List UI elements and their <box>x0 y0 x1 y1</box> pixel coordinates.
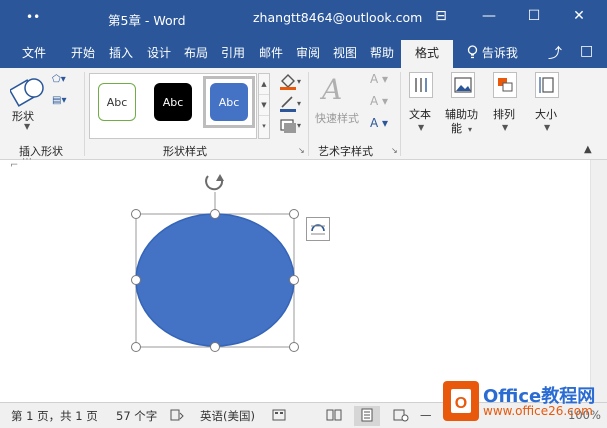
chevron-down-icon[interactable]: ▼ <box>24 122 30 131</box>
shapes-button-label[interactable]: 形状 <box>12 108 34 124</box>
tab-help[interactable]: 帮助 <box>370 44 394 61</box>
chevron-down-icon[interactable]: ▼ <box>259 95 269 116</box>
group-label-shape-styles: 形状样式 <box>163 145 207 158</box>
accessibility-button-label-2[interactable]: 能 <box>451 120 462 136</box>
read-mode-icon[interactable] <box>326 408 342 425</box>
text-direction-icon[interactable] <box>409 72 433 98</box>
proofing-icon[interactable] <box>170 408 186 425</box>
chevron-up-icon[interactable]: ▲ <box>259 74 269 95</box>
text-box-icon[interactable]: ▤▾ <box>52 95 66 106</box>
language-status[interactable]: 英语(美国) <box>200 408 255 424</box>
watermark: O Office教程网 www.office26.com <box>443 381 607 428</box>
size-icon[interactable] <box>535 72 559 98</box>
tab-layout[interactable]: 布局 <box>184 44 208 61</box>
tab-review[interactable]: 审阅 <box>296 44 320 61</box>
web-layout-icon[interactable] <box>393 408 409 425</box>
svg-text:▾: ▾ <box>297 99 301 108</box>
text-fill-icon[interactable]: A ▾ <box>370 72 388 86</box>
svg-text:▾: ▾ <box>297 121 301 130</box>
tab-insert[interactable]: 插入 <box>109 44 133 61</box>
lightbulb-icon <box>467 45 478 59</box>
resize-handle[interactable] <box>289 275 299 285</box>
chevron-down-icon[interactable]: ▼ <box>544 123 550 132</box>
arrange-button-label[interactable]: 排列 <box>493 106 515 122</box>
office-logo-icon: O <box>443 381 479 421</box>
tab-format[interactable]: 格式 <box>401 40 454 68</box>
share-icon[interactable]: ⤴ <box>548 43 562 63</box>
text-outline-icon[interactable]: A ▾ <box>370 94 388 108</box>
selected-oval-shape[interactable] <box>120 168 310 358</box>
shape-style-gallery: Abc Abc Abc <box>89 73 257 139</box>
wordart-quick-styles-icon[interactable]: A <box>322 73 342 106</box>
text-button-label[interactable]: 文本 <box>409 106 431 122</box>
shape-style-swatch[interactable]: Abc <box>98 83 136 121</box>
print-layout-icon[interactable] <box>360 408 374 425</box>
edit-shape-icon[interactable]: ⬠▾ <box>52 74 66 85</box>
shapes-icon[interactable] <box>10 74 46 108</box>
maximize-icon[interactable]: ☐ <box>523 8 545 24</box>
arrange-icon[interactable] <box>493 72 517 98</box>
divider <box>84 72 85 156</box>
resize-handle[interactable] <box>210 342 220 352</box>
macro-record-icon[interactable] <box>272 408 286 425</box>
gallery-scroll[interactable]: ▲ ▼ ▾ <box>258 73 270 139</box>
ribbon-display-icon[interactable]: ⊟ <box>430 8 452 24</box>
dialog-launcher-icon[interactable]: ↘ <box>298 146 305 155</box>
quick-access-icon[interactable]: •• <box>26 10 40 24</box>
account-email[interactable]: zhangtt8464@outlook.com <box>253 10 422 25</box>
tell-me-box[interactable]: 告诉我 <box>467 44 518 61</box>
zoom-out-icon[interactable]: — <box>420 408 432 422</box>
quick-styles-label[interactable]: 快速样式 <box>315 110 359 126</box>
chevron-down-icon[interactable]: ▼ <box>502 123 508 132</box>
alt-text-icon[interactable] <box>451 72 475 98</box>
rotate-handle-icon[interactable] <box>205 174 224 191</box>
vertical-scrollbar[interactable] <box>590 160 607 402</box>
tell-me-label: 告诉我 <box>481 46 518 60</box>
page-count[interactable]: 第 1 页，共 1 页 <box>11 408 98 424</box>
tab-references[interactable]: 引用 <box>221 44 245 61</box>
svg-text:▾: ▾ <box>297 77 301 86</box>
resize-handle[interactable] <box>131 275 141 285</box>
close-icon[interactable]: ✕ <box>568 8 590 24</box>
comment-icon[interactable]: □ <box>580 43 593 59</box>
collapse-ribbon-icon[interactable]: ▲ <box>584 144 592 155</box>
margin-marker-icon: ⌐ <box>10 160 19 171</box>
chevron-down-icon[interactable]: ▼ <box>418 123 424 132</box>
resize-handle[interactable] <box>210 209 220 219</box>
watermark-url: www.office26.com <box>483 404 593 418</box>
ribbon-tabs: 文件 开始 插入 设计 布局 引用 邮件 审阅 视图 帮助 格式 告诉我 ⤴ □ <box>0 36 607 68</box>
shape-style-swatch[interactable]: Abc <box>154 83 192 121</box>
resize-handle[interactable] <box>289 209 299 219</box>
shape-fill-icon[interactable]: ▾ <box>278 72 304 93</box>
tab-design[interactable]: 设计 <box>147 44 171 61</box>
minimize-icon[interactable]: — <box>478 8 500 24</box>
tab-mailings[interactable]: 邮件 <box>259 44 283 61</box>
word-count[interactable]: 57 个字 <box>116 408 157 424</box>
shape-style-swatch-selected[interactable]: Abc <box>210 83 248 121</box>
shape-effects-icon[interactable]: ▾ <box>278 116 304 137</box>
oval-shape[interactable] <box>135 213 295 347</box>
title-bar: •• 第5章 - Word zhangtt8464@outlook.com ⊟ … <box>0 0 607 36</box>
window-title: 第5章 - Word <box>108 13 186 28</box>
layout-options-icon[interactable] <box>306 217 330 241</box>
logo-letter: O <box>455 395 467 412</box>
tab-view[interactable]: 视图 <box>333 44 357 61</box>
ribbon-format: 形状 ▼ ⬠▾ ▤▾ ⋯ 插入形状 Abc Abc Abc ▲ ▼ ▾ ▾ ▾ … <box>0 68 607 165</box>
shape-outline-icon[interactable]: ▾ <box>278 94 304 115</box>
text-effects-icon[interactable]: A ▾ <box>370 116 388 130</box>
size-button-label[interactable]: 大小 <box>535 106 557 122</box>
dialog-launcher-icon[interactable]: ↘ <box>391 146 398 155</box>
gallery-more-icon[interactable]: ▾ <box>259 116 269 137</box>
divider <box>400 72 401 156</box>
resize-handle[interactable] <box>131 342 141 352</box>
group-label-insert-shapes: 插入形状 <box>19 145 63 158</box>
resize-handle[interactable] <box>131 209 141 219</box>
resize-handle[interactable] <box>289 342 299 352</box>
chevron-down-icon[interactable]: ▾ <box>468 125 472 134</box>
tab-home[interactable]: 开始 <box>71 44 95 61</box>
group-label-wordart-styles: 艺术字样式 <box>318 145 373 158</box>
tab-file[interactable]: 文件 <box>22 44 46 61</box>
divider <box>308 72 309 156</box>
